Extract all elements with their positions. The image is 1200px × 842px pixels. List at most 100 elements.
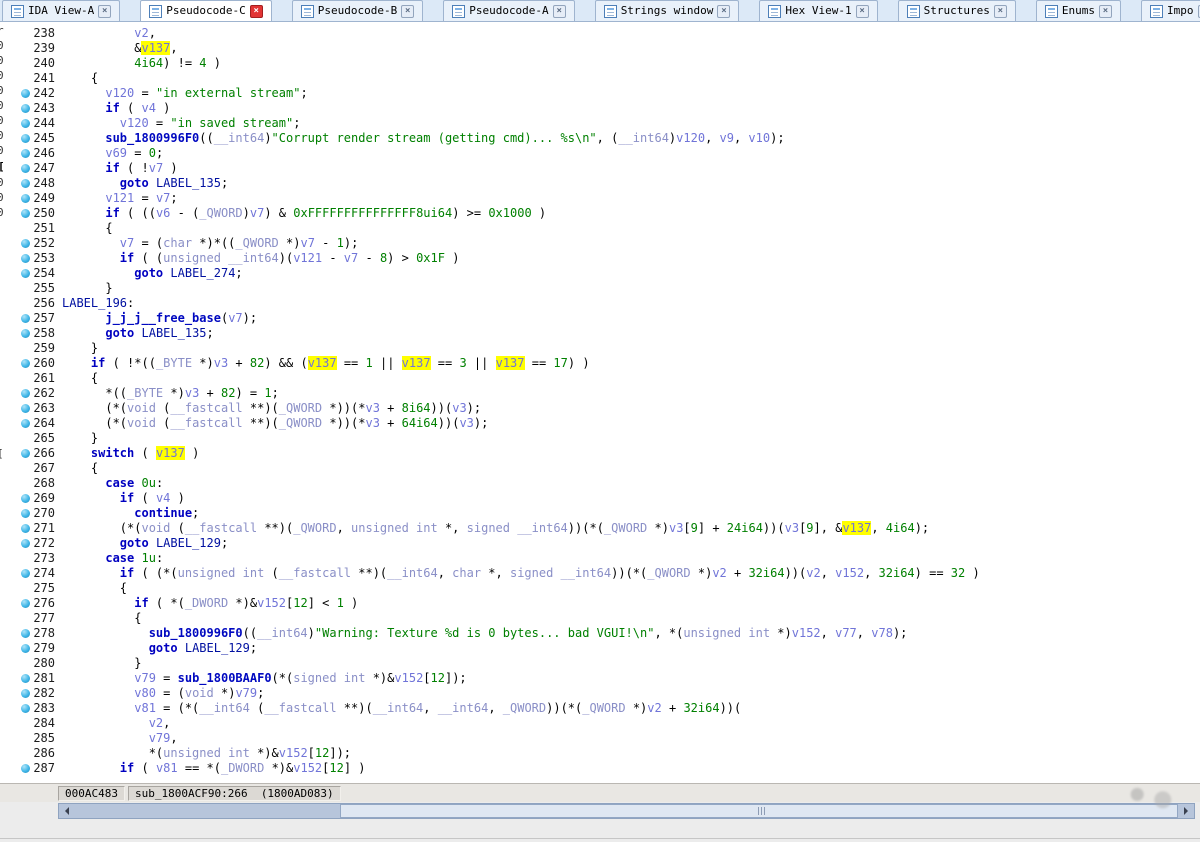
scrollbar-track[interactable]	[75, 804, 1178, 818]
code-line-284[interactable]: 284 v2,	[11, 716, 1200, 731]
code-text: if ( ((v6 - (_QWORD)v7) & 0xFFFFFFFFFFFF…	[105, 206, 547, 220]
code-line-245[interactable]: 245 sub_1800996F0((__int64)"Corrupt rend…	[11, 131, 1200, 146]
clipped-left-panel: r 0 0 0 0 0 0 0 0 [0 0 0 [	[0, 22, 11, 783]
code-line-254[interactable]: 254 goto LABEL_274;	[11, 266, 1200, 281]
clipped-char: 0	[0, 69, 4, 82]
code-line-244[interactable]: 244 v120 = "in saved stream";	[11, 116, 1200, 131]
code-text: if ( v81 == *(_DWORD *)&v152[12] )	[119, 761, 366, 775]
code-text: if ( *(_DWORD *)&v152[12] < 1 )	[134, 596, 359, 610]
tab-pseudocode-c[interactable]: Pseudocode-C ×	[140, 0, 272, 21]
code-line-247[interactable]: 247 if ( !v7 )	[11, 161, 1200, 176]
close-icon[interactable]: ×	[1099, 4, 1112, 18]
close-icon[interactable]: ×	[401, 4, 415, 18]
code-line-260[interactable]: 260 if ( !*((_BYTE *)v3 + 82) && (v137 =…	[11, 356, 1200, 371]
code-line-241[interactable]: 241 {	[11, 71, 1200, 86]
code-line-283[interactable]: 283 v81 = (*(__int64 (__fastcall **)(__i…	[11, 701, 1200, 716]
code-text: goto LABEL_135;	[119, 176, 229, 190]
close-icon[interactable]: ×	[855, 4, 869, 18]
code-line-262[interactable]: 262 *((_BYTE *)v3 + 82) = 1;	[11, 386, 1200, 401]
tab-hex-view-1[interactable]: Hex View-1 ×	[759, 0, 878, 21]
tab-impo[interactable]: Impo×	[1141, 0, 1200, 21]
code-line-275[interactable]: 275 {	[11, 581, 1200, 596]
code-line-259[interactable]: 259 }	[11, 341, 1200, 356]
code-line-267[interactable]: 267 {	[11, 461, 1200, 476]
close-icon[interactable]: ×	[249, 4, 263, 18]
close-icon[interactable]: ×	[717, 4, 731, 18]
code-line-269[interactable]: 269 if ( v4 )	[11, 491, 1200, 506]
code-line-261[interactable]: 261 {	[11, 371, 1200, 386]
code-line-279[interactable]: 279 goto LABEL_129;	[11, 641, 1200, 656]
close-icon[interactable]: ×	[993, 4, 1007, 18]
code-text: }	[62, 341, 99, 355]
code-line-276[interactable]: 276 if ( *(_DWORD *)&v152[12] < 1 )	[11, 596, 1200, 611]
tab-label: Pseudocode-B	[317, 4, 398, 17]
code-text: *((_BYTE *)v3 + 82) = 1;	[62, 386, 279, 400]
code-line-253[interactable]: 253 if ( (unsigned __int64)(v121 - v7 - …	[11, 251, 1200, 266]
code-line-255[interactable]: 255 }	[11, 281, 1200, 296]
tab-pseudocode-a[interactable]: Pseudocode-A ×	[443, 0, 575, 21]
code-line-251[interactable]: 251 {	[11, 221, 1200, 236]
line-number: 274	[33, 566, 55, 580]
code-line-242[interactable]: 242 v120 = "in external stream";	[11, 86, 1200, 101]
code-line-264[interactable]: 264 (*(void (__fastcall **)(_QWORD *))(*…	[11, 416, 1200, 431]
tab-structures[interactable]: Structures ×	[897, 0, 1016, 21]
horizontal-scrollbar[interactable]	[58, 803, 1195, 819]
code-line-256[interactable]: 256 LABEL_196:	[11, 296, 1200, 311]
line-number: 268	[33, 476, 55, 490]
code-line-265[interactable]: 265 }	[11, 431, 1200, 446]
code-line-258[interactable]: 258 goto LABEL_135;	[11, 326, 1200, 341]
code-line-246[interactable]: 246 v69 = 0;	[11, 146, 1200, 161]
pseudocode-view[interactable]: r00000000[000[ 238 v2,239 &v137,240 4i64…	[0, 22, 1200, 783]
scroll-left-arrow-icon[interactable]	[59, 804, 75, 818]
code-line-239[interactable]: 239 &v137,	[11, 41, 1200, 56]
code-line-240[interactable]: 240 4i64) != 4 )	[11, 56, 1200, 71]
code-line-268[interactable]: 268 case 0u:	[11, 476, 1200, 491]
tab-label: Strings window	[620, 4, 714, 17]
code-line-285[interactable]: 285 v79,	[11, 731, 1200, 746]
code-line-273[interactable]: 273 case 1u:	[11, 551, 1200, 566]
code-line-282[interactable]: 282 v80 = (void *)v79;	[11, 686, 1200, 701]
code-line-272[interactable]: 272 goto LABEL_129;	[11, 536, 1200, 551]
status-bar: 000AC483 sub_1800ACF90:266 (1800AD083)	[0, 783, 1200, 802]
clipped-char: 0	[0, 39, 4, 52]
code-text: v79,	[148, 731, 178, 745]
code-line-280[interactable]: 280 }	[11, 656, 1200, 671]
code-line-243[interactable]: 243 if ( v4 )	[11, 101, 1200, 116]
tab-pseudocode-b[interactable]: Pseudocode-B ×	[291, 0, 424, 21]
line-number: 240	[33, 56, 55, 70]
line-number: 269	[33, 491, 55, 505]
code-line-249[interactable]: 249 v121 = v7;	[11, 191, 1200, 206]
close-icon[interactable]: ×	[552, 4, 566, 18]
code-line-238[interactable]: 238 v2,	[11, 26, 1200, 41]
imports-icon	[1150, 4, 1163, 18]
code-line-277[interactable]: 277 {	[11, 611, 1200, 626]
code-line-271[interactable]: 271 (*(void (__fastcall **)(_QWORD, unsi…	[11, 521, 1200, 536]
line-number: 281	[33, 671, 55, 685]
line-number: 258	[33, 326, 55, 340]
tab-label: Impo	[1167, 4, 1194, 17]
code-line-270[interactable]: 270 continue;	[11, 506, 1200, 521]
code-line-250[interactable]: 250 if ( ((v6 - (_QWORD)v7) & 0xFFFFFFFF…	[11, 206, 1200, 221]
code-line-257[interactable]: 257 j_j_j__free_base(v7);	[11, 311, 1200, 326]
code-text: &v137,	[62, 41, 178, 55]
line-number: 285	[33, 731, 55, 745]
tab-ida-view-a[interactable]: IDA View-A ×	[2, 0, 121, 21]
code-text: }	[62, 281, 113, 295]
code-line-248[interactable]: 248 goto LABEL_135;	[11, 176, 1200, 191]
code-text: case 0u:	[105, 476, 164, 490]
code-line-252[interactable]: 252 v7 = (char *)*((_QWORD *)v7 - 1);	[11, 236, 1200, 251]
tab-enums[interactable]: Enums ×	[1035, 0, 1121, 21]
code-line-281[interactable]: 281 v79 = sub_1800BAAF0(*(signed int *)&…	[11, 671, 1200, 686]
close-icon[interactable]: ×	[98, 4, 112, 18]
code-line-278[interactable]: 278 sub_1800996F0((__int64)"Warning: Tex…	[11, 626, 1200, 641]
scrollbar-thumb[interactable]	[339, 804, 1178, 818]
status-address: 000AC483	[58, 785, 125, 801]
code-line-263[interactable]: 263 (*(void (__fastcall **)(_QWORD *))(*…	[11, 401, 1200, 416]
code-line-286[interactable]: 286 *(unsigned int *)&v152[12]);	[11, 746, 1200, 761]
tab-strings-window[interactable]: Strings window ×	[594, 0, 740, 21]
code-line-266[interactable]: 266 switch ( v137 )	[11, 446, 1200, 461]
code-text: goto LABEL_274;	[134, 266, 243, 280]
code-line-287[interactable]: 287 if ( v81 == *(_DWORD *)&v152[12] )	[11, 761, 1200, 776]
code-line-274[interactable]: 274 if ( (*(unsigned int (__fastcall **)…	[11, 566, 1200, 581]
line-number: 252	[33, 236, 55, 250]
